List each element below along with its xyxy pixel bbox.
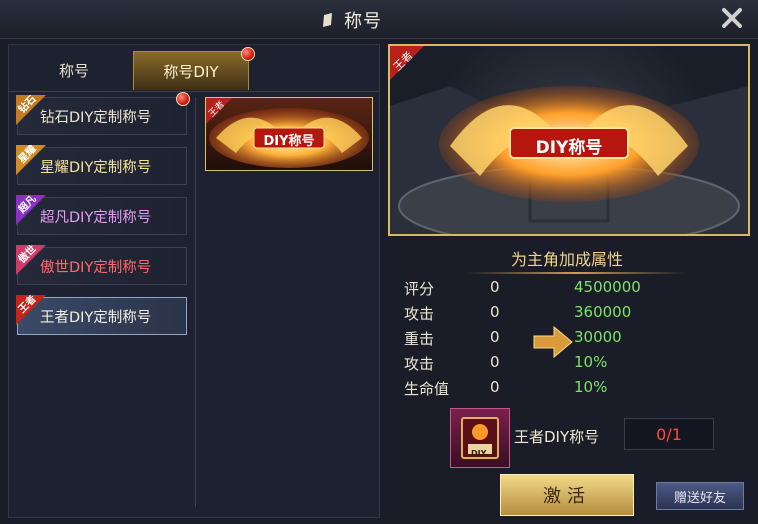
card-title: DIY称号 [263, 134, 315, 149]
attribute-name: 重击 [404, 330, 435, 348]
attribute-row: 重击 0 30000 [404, 328, 744, 352]
list-item[interactable]: 傲世 傲世DIY定制称号 [16, 245, 187, 285]
close-icon[interactable] [718, 4, 746, 32]
tab-title-diy[interactable]: 称号DIY [133, 51, 249, 90]
tab-title[interactable]: 称号 [17, 51, 131, 89]
attribute-row: 评分 0 4500000 [404, 278, 744, 302]
attribute-name: 攻击 [404, 355, 435, 373]
title-bar: 称号 [0, 0, 758, 39]
list-item[interactable]: 超凡 超凡DIY定制称号 [16, 195, 187, 235]
tab-notification-dot [241, 47, 255, 61]
attributes-divider [466, 272, 686, 274]
reward-count: 0/1 [624, 418, 714, 450]
title-preview: 王者 DIY称号 [388, 44, 750, 236]
list-item[interactable]: 钻石 钻石DIY定制称号 [16, 92, 190, 135]
list-item-label: 星耀DIY定制称号 [40, 159, 152, 176]
activate-button[interactable]: 激活 [500, 474, 634, 516]
right-panel: 王者 DIY称号 为主角加成属性 评分 0 4500000 攻击 0 36000… [386, 44, 750, 516]
attribute-new: 10% [574, 378, 608, 396]
attribute-current: 0 [490, 303, 500, 321]
attribute-new: 10% [574, 353, 608, 371]
diy-title-card[interactable]: 王者 DIY称号 [205, 97, 373, 171]
attribute-new: 30000 [574, 328, 622, 346]
list-item-label: 超凡DIY定制称号 [40, 209, 152, 226]
list-item[interactable]: 星耀 星耀DIY定制称号 [16, 145, 187, 185]
reward-name: 王者DIY称号 [514, 428, 600, 446]
arrow-right-icon [533, 325, 573, 359]
list-item-label: 王者DIY定制称号 [40, 309, 152, 326]
gift-friend-button[interactable]: 赠送好友 [656, 482, 744, 510]
attribute-row: 攻击 0 360000 [404, 303, 744, 327]
page-title: 称号 [344, 11, 382, 32]
left-panel: 称号 称号DIY 钻石 钻石DIY定制称号 星耀 星耀DIY定制称号 超凡 超凡… [8, 44, 380, 518]
tab-bar: 称号 称号DIY [9, 45, 379, 92]
attributes-title: 为主角加成属性 [510, 250, 623, 269]
attribute-new: 360000 [574, 303, 632, 321]
attribute-current: 0 [490, 328, 500, 346]
item-notification-dot [176, 92, 190, 106]
attribute-current: 0 [490, 353, 500, 371]
attribute-new: 4500000 [574, 278, 641, 296]
reward-icon-text: DIY [471, 449, 487, 458]
reward-item[interactable]: DIY [450, 408, 510, 468]
title-icon [323, 13, 332, 27]
panel-divider [195, 97, 196, 507]
list-item-label: 钻石DIY定制称号 [40, 109, 152, 126]
preview-title: DIY称号 [535, 138, 603, 158]
attribute-row: 生命值 0 10% [404, 378, 744, 402]
attribute-current: 0 [490, 378, 500, 396]
attribute-name: 攻击 [404, 305, 435, 323]
list-item-selected[interactable]: 王者 王者DIY定制称号 [16, 295, 187, 335]
attribute-row: 攻击 0 10% [404, 353, 744, 377]
list-item-label: 傲世DIY定制称号 [40, 259, 152, 276]
attribute-name: 评分 [404, 280, 435, 298]
attribute-name: 生命值 [404, 380, 450, 398]
attribute-current: 0 [490, 278, 500, 296]
